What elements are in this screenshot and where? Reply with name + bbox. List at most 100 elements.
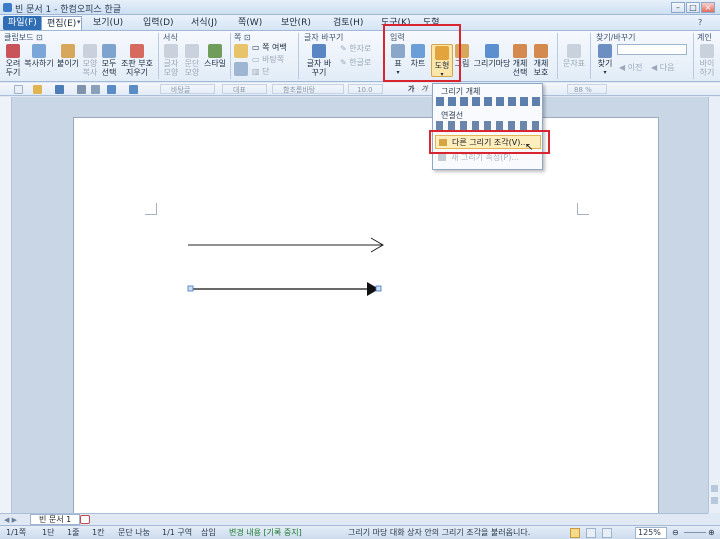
paste-button[interactable]: 붙이기 (56, 44, 80, 68)
cut-button[interactable]: 오려 두기 (3, 44, 23, 77)
select-all-button[interactable]: 모두 선택 (100, 44, 118, 77)
scroll-prev-icon[interactable] (711, 485, 718, 492)
drawing-canvas (187, 237, 384, 296)
undo-icon[interactable] (107, 85, 116, 94)
group-find-title: 찾기/바꾸기 (596, 33, 636, 42)
eraser-icon (130, 44, 144, 58)
erase-codes-button[interactable]: 조판 부호 지우기 (119, 44, 155, 77)
group-separator (693, 33, 694, 79)
view-page-icon[interactable] (586, 528, 596, 538)
redo-icon[interactable] (129, 85, 138, 94)
tail-button[interactable]: 바이 하기 (697, 44, 717, 77)
vertical-scrollbar[interactable] (708, 97, 720, 513)
drawing-shapes-row[interactable] (436, 97, 540, 106)
page-layout-icon[interactable] (234, 44, 248, 58)
new-doc-icon[interactable] (14, 85, 23, 94)
status-insert[interactable]: 삽입 (201, 528, 216, 538)
drawing-objects-header: 그리기 개체 (441, 87, 481, 96)
page-border-icon[interactable] (234, 62, 248, 76)
replace-char-button[interactable]: 글자 바꾸기 (305, 44, 333, 77)
vertical-ruler (0, 97, 12, 513)
status-mode: 문단 나눔 (118, 528, 150, 537)
master-page-button[interactable]: ▭ 바탕쪽 (252, 55, 284, 64)
zoom-slider[interactable] (684, 532, 706, 533)
group-tail-title: 계인 (697, 33, 712, 42)
zoom-out-icon[interactable]: ⊖ (672, 528, 679, 538)
ribbon: 클립보드 ⊡ 오려 두기 복사하기 붙이기 모양 복사 모두 선택 조판 부호 … (0, 24, 720, 82)
shape-dropdown-menu: 그리기 개체 연결선 다른 그리기 조각(V)... 새 그리기 속성(P)..… (432, 83, 543, 170)
scroll-next-icon[interactable] (711, 497, 718, 504)
find-input[interactable] (617, 44, 687, 55)
selected-arrow-line[interactable] (187, 282, 382, 296)
size-select[interactable]: 10.0 (348, 84, 383, 94)
drawing-wizard-button[interactable]: 그리기마당 (473, 44, 511, 68)
preview-icon[interactable] (91, 85, 100, 94)
open-folder-icon[interactable] (33, 85, 42, 94)
tab-document[interactable]: 빈 문서 1 (30, 514, 81, 525)
view-normal-icon[interactable] (570, 528, 580, 538)
menu-security[interactable]: 보안(R) (276, 16, 316, 30)
tab-nav-arrows-icon[interactable]: ◀ ▶ (4, 516, 17, 524)
object-select-icon (513, 44, 527, 58)
menu-review[interactable]: 검토(H) (328, 16, 368, 30)
bold-button[interactable]: 가 (408, 84, 414, 94)
find-next-button[interactable]: ◀ 다음 (651, 63, 674, 72)
menu-page[interactable]: 쪽(W) (233, 16, 267, 30)
object-protect-button[interactable]: 개체 보호 (531, 44, 551, 77)
group-separator (230, 33, 231, 79)
selection-handle[interactable] (187, 285, 194, 292)
page-margin-button[interactable]: ▭ 쪽 여백 (252, 43, 287, 52)
group-replace-title: 글자 바꾸기 (304, 33, 344, 42)
italic-button[interactable]: 가 (421, 84, 427, 94)
scissors-icon (6, 44, 20, 58)
new-tab-icon[interactable] (80, 515, 90, 524)
para-shape-button[interactable]: 문단 모양 (182, 44, 202, 77)
charmap-button[interactable]: 문자표 (561, 44, 587, 68)
hanja-button[interactable]: ✎ 한자로 (340, 44, 371, 53)
status-section: 1단 (42, 528, 55, 537)
menu-format[interactable]: 서식(J) (186, 16, 222, 30)
copy-button[interactable]: 복사하기 (24, 44, 54, 68)
help-icon[interactable]: ? (698, 18, 702, 27)
format-toolbar: 바탕글 대표 함초롬바탕 10.0 가 가 88 % (0, 83, 720, 96)
connectors-header: 연결선 (441, 111, 464, 120)
menu-insert[interactable]: 입력(D) (138, 16, 179, 30)
open-arrow-line[interactable] (188, 237, 384, 253)
maximize-button[interactable]: □ (686, 2, 700, 13)
connector-shapes-row[interactable] (436, 121, 540, 130)
menu-file[interactable]: 파일(F) (3, 16, 42, 30)
brush-icon (83, 44, 97, 58)
style-select[interactable]: 바탕글 (160, 84, 215, 94)
shape-copy-button[interactable]: 모양 복사 (81, 44, 99, 77)
columns-button[interactable]: ▥ 단 (252, 67, 269, 76)
font-select[interactable]: 함초롬바탕 (272, 84, 344, 94)
save-icon[interactable] (55, 85, 64, 94)
group-separator (590, 33, 591, 79)
style-button[interactable]: 스타일 (203, 44, 227, 68)
zoom-in-icon[interactable]: ⊕ (708, 528, 715, 538)
menu-bar: 파일(F) 편집(E) ▾ 보기(U) 입력(D) 서식(J) 쪽(W) 보안(… (0, 15, 720, 31)
para-select[interactable]: 대표 (222, 84, 267, 94)
hangul-icon: ✎ (340, 58, 350, 67)
char-shape-button[interactable]: 글자 모양 (161, 44, 181, 77)
view-web-icon[interactable] (602, 528, 612, 538)
print-icon[interactable] (77, 85, 86, 94)
replace-char-icon (312, 44, 326, 58)
minimize-button[interactable]: – (671, 2, 685, 13)
zoom-select[interactable]: 88 % (567, 84, 607, 94)
close-button[interactable]: × (701, 2, 715, 13)
zoom-field[interactable]: 125% (635, 527, 667, 539)
paste-icon (61, 44, 75, 58)
title-bar: 빈 문서 1 - 한컴오피스 한글 – □ × (0, 0, 720, 15)
menu-view[interactable]: 보기(U) (88, 16, 128, 30)
find-prev-button[interactable]: ◀ 이전 (619, 63, 642, 72)
selection-handle[interactable] (375, 285, 382, 292)
document-page[interactable] (73, 117, 659, 517)
chevron-down-icon[interactable]: ▾ (77, 18, 81, 26)
hangul-button[interactable]: ✎ 한글로 (340, 58, 371, 67)
find-button[interactable]: 찾기 ▾ (596, 44, 614, 77)
group-clipboard-title: 클립보드 ⊡ (4, 33, 43, 42)
status-track-changes[interactable]: 변경 내용 [기록 중지] (229, 528, 302, 538)
binoculars-icon (598, 44, 612, 58)
object-select-button[interactable]: 개체 선택 (511, 44, 529, 77)
